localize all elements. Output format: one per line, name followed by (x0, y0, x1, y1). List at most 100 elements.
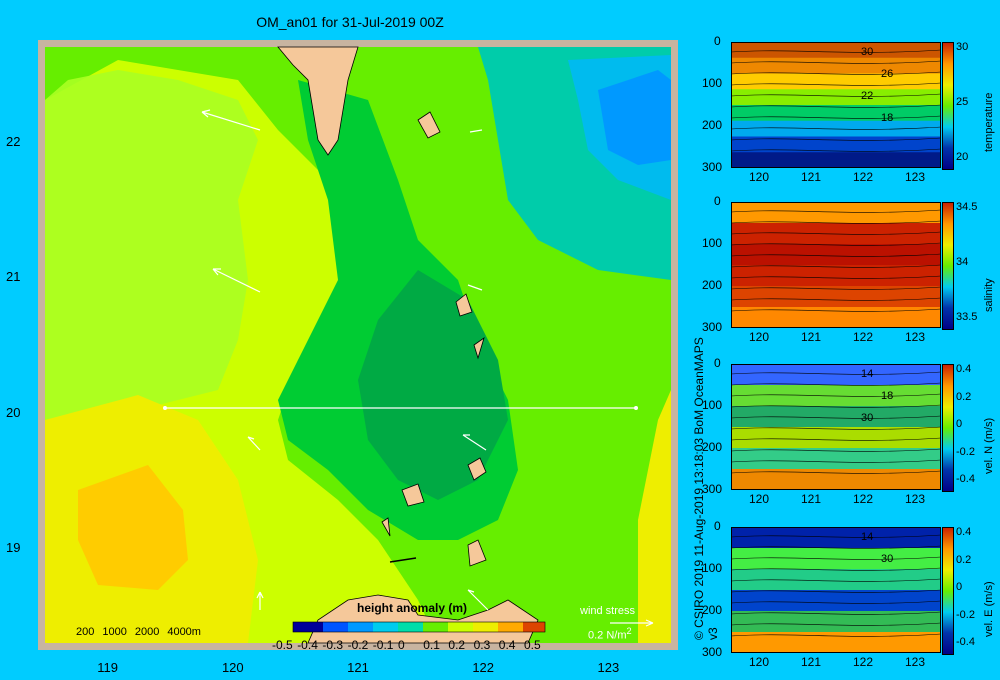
section-panel-4 (731, 527, 941, 653)
colorbar-tick: 0 (398, 638, 405, 652)
panel-y-tick: 100 (702, 76, 723, 90)
panel-y-tick: 200 (702, 118, 723, 132)
map-x-tick: 123 (597, 660, 620, 675)
panel-x-tick: 120 (749, 655, 770, 669)
colorbar-tick: 0.1 (423, 638, 440, 652)
map-x-tick: 121 (347, 660, 369, 675)
colorbar-tick-labels: -0.5 -0.4 -0.3 -0.2 -0.1 0 0.1 0.2 0.3 0.4 0.5 (272, 638, 550, 654)
panel-colorbar-label: temperature (983, 92, 995, 152)
panel-colorbar-tick: 34.5 (956, 201, 978, 213)
panel-colorbar (942, 42, 954, 170)
section-band (731, 527, 941, 549)
panel-colorbar-tick: 20 (956, 151, 969, 163)
panel-colorbar-tick: 0 (956, 418, 963, 430)
panel-contour-label: 30 (881, 553, 894, 565)
wind-stress-label: wind stress (580, 605, 636, 617)
panel-colorbar-tick: 0.2 (956, 390, 972, 403)
panel-contour-label: 14 (861, 531, 874, 543)
credit-text: © CSIRO 2019 11-Aug-2019 13:18:03 BoM Oc… (692, 337, 720, 640)
section-panel-1 (731, 42, 941, 168)
section-panel-2 (731, 202, 941, 328)
panel-contour-label: 18 (881, 390, 894, 402)
panel-contour-label: 18 (881, 112, 894, 124)
panel-colorbar-tick: 33.5 (956, 311, 978, 323)
panel-x-tick: 122 (853, 170, 874, 184)
panel-colorbar-tick: 0.2 (956, 553, 972, 566)
map-x-tick: 119 (97, 660, 118, 675)
section-band (731, 448, 941, 470)
section-band (731, 286, 941, 308)
panel-y-tick: 0 (714, 194, 721, 208)
panel-x-tick: 123 (905, 330, 926, 344)
panel-colorbar-label: vel. E (m/s) (983, 581, 995, 637)
colorbar-tick: -0.4 (297, 638, 318, 652)
panel-x-tick: 123 (905, 492, 926, 506)
depth-legend-item: 4000m (167, 626, 201, 638)
map-y-tick: 19 (6, 540, 21, 556)
colorbar-tick: 0.5 (524, 638, 541, 652)
colorbar-tick: -0.3 (322, 638, 344, 652)
panel-y-tick: 300 (702, 645, 723, 659)
panel-x-tick: 122 (853, 492, 874, 506)
wind-stress-unit: 0.2 N/m2 (588, 626, 632, 642)
section-band (731, 152, 941, 168)
depth-legend: 200 1000 2000 4000m (76, 626, 201, 638)
panel-x-tick: 121 (801, 655, 822, 669)
section-panel-3 (731, 364, 941, 490)
colorbar-title: height anomaly (m) (357, 601, 468, 615)
height-anomaly-map (38, 40, 678, 650)
panel-colorbar-label: vel. N (m/s) (983, 417, 995, 474)
section-band (731, 42, 941, 59)
panel-colorbar-tick: -0.2 (956, 608, 975, 621)
panel-x-tick: 120 (749, 330, 770, 344)
section-band (731, 427, 941, 449)
panel-y-tick: 100 (702, 236, 723, 250)
panel-colorbar (942, 202, 954, 330)
panel-contour-label: 30 (861, 46, 874, 58)
panel-colorbar-tick: 0 (956, 581, 963, 593)
section-band (731, 265, 941, 287)
map-y-tick: 20 (6, 404, 21, 420)
section-band (731, 73, 941, 91)
depth-legend-item: 2000 (134, 626, 160, 638)
panel-y-tick: 0 (714, 34, 721, 48)
panel-contour-label: 26 (881, 68, 894, 80)
panel-x-tick: 121 (801, 330, 822, 344)
panel-x-tick: 123 (905, 170, 926, 184)
map-x-tick: 120 (221, 660, 244, 675)
colorbar-tick: 0.4 (498, 638, 516, 652)
panel-x-tick: 121 (801, 170, 822, 184)
map-x-tick: 122 (472, 660, 495, 675)
map-x-ticks: 119 120 121 122 123 (0, 660, 690, 678)
map-y-ticks: 19 20 21 22 (0, 0, 36, 680)
panel-colorbar-label: salinity (983, 278, 995, 312)
depth-legend-item: 1000 (102, 626, 127, 638)
panel-y-tick: 300 (702, 160, 723, 174)
panel-colorbar-tick: -0.4 (956, 473, 975, 485)
panel-contour-label: 14 (861, 368, 874, 380)
panel-colorbar-tick: -0.4 (956, 636, 975, 648)
panel-x-tick: 120 (749, 492, 770, 506)
depth-legend-item: 200 (76, 626, 95, 638)
colorbar-tick: -0.1 (372, 638, 394, 652)
colorbar-tick: -0.5 (272, 638, 293, 652)
panel-x-tick: 121 (801, 492, 822, 506)
colorbar-tick: 0.3 (473, 638, 491, 652)
panel-colorbar (942, 527, 954, 655)
panel-contour-label: 30 (861, 412, 874, 424)
panel-colorbar-tick: 25 (956, 96, 969, 108)
section-band (731, 89, 941, 106)
panel-colorbar (942, 364, 954, 492)
panel-colorbar-tick: 30 (956, 41, 969, 53)
section-band (731, 364, 941, 386)
section-band (731, 590, 941, 612)
panel-x-tick: 122 (853, 330, 874, 344)
map-y-tick: 22 (6, 133, 21, 149)
colorbar-tick: 0.2 (448, 638, 466, 652)
panel-colorbar-tick: 34 (956, 256, 969, 268)
panel-x-tick: 123 (905, 655, 926, 669)
section-band (731, 611, 941, 633)
panel-y-tick: 200 (702, 278, 723, 292)
map-y-tick: 21 (6, 269, 21, 285)
section-band (731, 57, 941, 75)
